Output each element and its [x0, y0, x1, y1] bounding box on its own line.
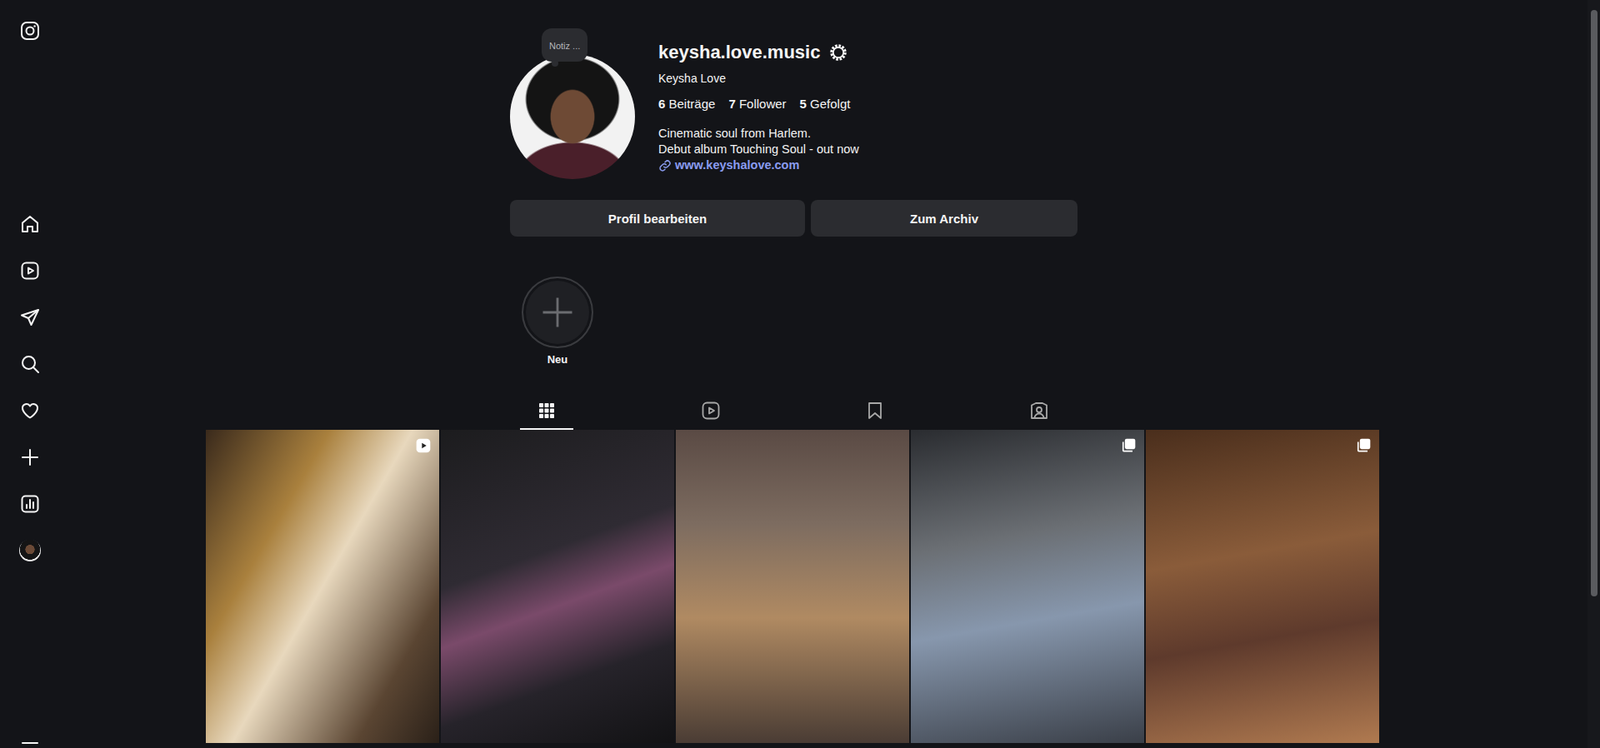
- profile-content: Notiz ... keysha.love.music Keysha Love 6 B…: [205, 0, 1380, 744]
- nav-list: [6, 200, 54, 575]
- menu-icon[interactable]: [20, 740, 40, 748]
- insights-icon: [20, 494, 40, 515]
- profile-avatar[interactable]: [510, 54, 635, 180]
- bio-line: Debut album Touching Soul - out now: [658, 141, 860, 158]
- scrollbar: [1587, 0, 1600, 748]
- post-tile[interactable]: [1145, 430, 1380, 744]
- note-tail: [551, 60, 559, 67]
- bookmark-icon: [865, 400, 885, 421]
- profile-info: keysha.love.music Keysha Love 6 Beiträge 7 …: [658, 40, 860, 180]
- stat[interactable]: 6 Beiträge: [658, 96, 715, 111]
- home-icon: [20, 214, 40, 235]
- profile-tab[interactable]: [792, 395, 957, 430]
- reels-icon: [700, 400, 721, 421]
- heart-icon: [20, 400, 40, 421]
- highlight[interactable]: Neu: [521, 276, 594, 366]
- scrollbar-thumb[interactable]: [1590, 10, 1598, 597]
- profile-tab[interactable]: [956, 395, 1121, 430]
- post-tile[interactable]: [440, 430, 675, 744]
- plus-icon: [20, 447, 40, 468]
- stat[interactable]: 7 Follower: [728, 96, 786, 111]
- main-content: Notiz ... keysha.love.music Keysha Love 6 B…: [60, 0, 1588, 748]
- profile-header: Notiz ... keysha.love.music Keysha Love 6 B…: [205, 0, 1380, 180]
- tagged-icon: [1029, 400, 1050, 421]
- nav-item[interactable]: [6, 294, 54, 341]
- post-tile[interactable]: [910, 430, 1145, 744]
- plus-icon: [540, 295, 575, 330]
- profile-tabs: [205, 395, 1380, 430]
- nav-item[interactable]: [6, 340, 54, 388]
- sidebar: [0, 0, 60, 748]
- profile-tab[interactable]: [628, 395, 793, 430]
- nav-item[interactable]: [6, 434, 54, 481]
- note-bubble[interactable]: Notiz ...: [541, 28, 588, 62]
- full-name: Keysha Love: [658, 71, 860, 85]
- nav-item[interactable]: [6, 480, 54, 528]
- nav-item[interactable]: [6, 527, 54, 575]
- profile-tab[interactable]: [464, 395, 629, 430]
- avatar-wrap: Notiz ...: [510, 54, 635, 180]
- instagram-logo-icon[interactable]: [20, 20, 40, 41]
- website-link[interactable]: www.keyshalove.com: [658, 157, 860, 174]
- link-icon: [658, 159, 672, 173]
- profile-page: Notiz ... keysha.love.music Keysha Love 6 B…: [0, 0, 1600, 748]
- post-tile[interactable]: [675, 430, 910, 744]
- stats: 6 Beiträge 7 Follower 5 Gefolgt: [658, 96, 860, 111]
- post-grid: [205, 430, 1380, 744]
- profile-buttons: Profil bearbeitenZum Archiv: [205, 200, 1380, 237]
- send-icon: [20, 307, 40, 328]
- carousel-badge-icon: [1120, 437, 1137, 455]
- highlight-ring: [521, 276, 594, 349]
- link-text: www.keyshalove.com: [675, 157, 800, 174]
- note-text: Notiz ...: [549, 40, 580, 51]
- nav-item[interactable]: [6, 200, 54, 248]
- bio: Cinematic soul from Harlem.Debut album T…: [658, 125, 860, 174]
- nav-item[interactable]: [6, 247, 54, 295]
- search-icon: [20, 354, 40, 375]
- reels-icon: [20, 260, 40, 281]
- nav-item[interactable]: [6, 387, 54, 435]
- profile-button[interactable]: Profil bearbeiten: [510, 200, 805, 237]
- highlights: Neu: [205, 276, 1380, 366]
- username-row: keysha.love.music: [658, 40, 860, 65]
- bio-line: Cinematic soul from Harlem.: [658, 125, 860, 142]
- carousel-badge-icon: [1355, 437, 1372, 455]
- profile-avatar-icon: [19, 540, 41, 562]
- highlight-label: Neu: [547, 353, 569, 366]
- grid-icon: [536, 400, 557, 421]
- reel-badge-icon: [415, 437, 432, 455]
- username: keysha.love.music: [658, 41, 820, 64]
- stat[interactable]: 5 Gefolgt: [800, 96, 851, 111]
- settings-gear-icon[interactable]: [828, 42, 849, 63]
- profile-button[interactable]: Zum Archiv: [810, 200, 1078, 237]
- post-tile[interactable]: [205, 430, 440, 744]
